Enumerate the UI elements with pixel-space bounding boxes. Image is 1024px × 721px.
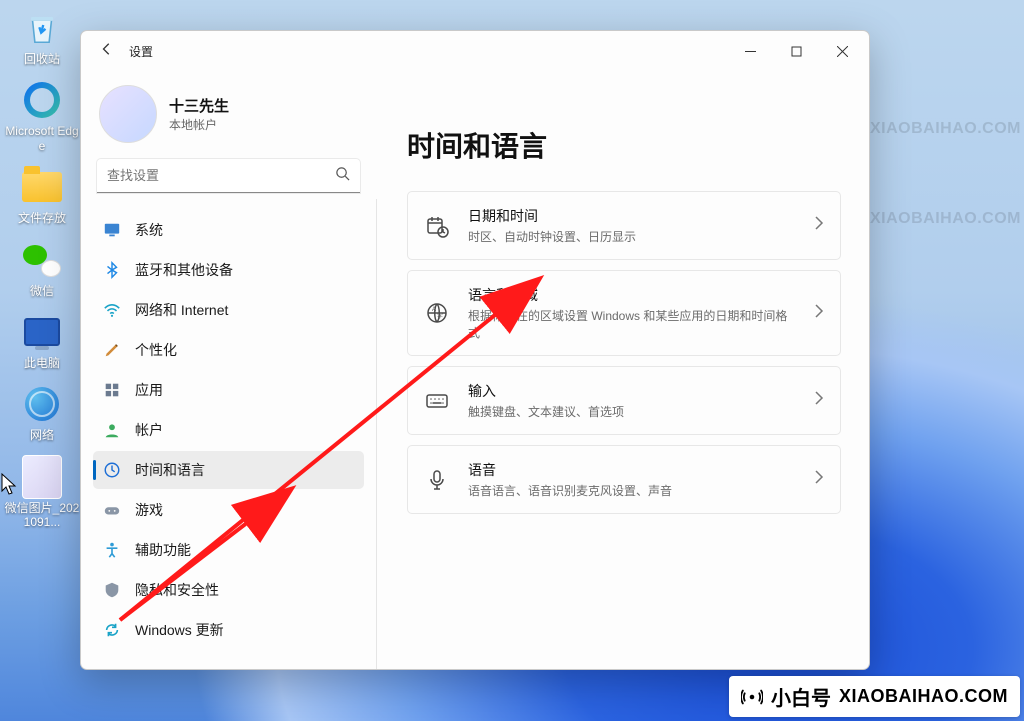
- card-subtitle: 语音语言、语音识别麦克风设置、声音: [468, 482, 796, 499]
- desktop-icon-label: 此电脑: [4, 356, 80, 370]
- desktop-icons: 回收站 Microsoft Edge 文件存放 微信 此电脑 网络 微信图片_2…: [4, 8, 84, 544]
- monitor-icon: [103, 221, 121, 239]
- nav-label: 时间和语言: [135, 460, 205, 480]
- chevron-right-icon: [814, 391, 824, 410]
- nav-label: 辅助功能: [135, 540, 191, 560]
- card-title: 输入: [468, 381, 796, 401]
- desktop-icon-wechat[interactable]: 微信: [4, 240, 80, 298]
- card-input[interactable]: 输入 触摸键盘、文本建议、首选项: [407, 366, 841, 435]
- nav-label: 系统: [135, 220, 163, 240]
- profile-account-type: 本地帐户: [169, 116, 229, 133]
- nav-label: 蓝牙和其他设备: [135, 260, 233, 280]
- paintbrush-icon: [103, 341, 121, 359]
- keyboard-icon: [424, 388, 450, 414]
- shield-icon: [103, 581, 121, 599]
- main-content: 时间和语言 日期和时间 时区、自动时钟设置、日历显示 A字 语言和区域 根据你所…: [377, 71, 869, 669]
- badge-cn: 小白号: [771, 682, 831, 711]
- minimize-button[interactable]: [727, 35, 773, 67]
- card-language-region[interactable]: A字 语言和区域 根据你所在的区域设置 Windows 和某些应用的日期和时间格…: [407, 270, 841, 356]
- nav-network[interactable]: 网络和 Internet: [93, 291, 364, 329]
- nav-accounts[interactable]: 帐户: [93, 411, 364, 449]
- nav-label: 隐私和安全性: [135, 580, 219, 600]
- nav-bluetooth[interactable]: 蓝牙和其他设备: [93, 251, 364, 289]
- wifi-icon: [103, 301, 121, 319]
- search-icon: [335, 166, 350, 186]
- desktop-icon-network[interactable]: 网络: [4, 384, 80, 442]
- chevron-right-icon: [814, 216, 824, 235]
- update-icon: [103, 621, 121, 639]
- badge-en: XIAOBAIHAO.COM: [839, 686, 1008, 707]
- folder-icon: [22, 167, 62, 207]
- card-date-time[interactable]: 日期和时间 时区、自动时钟设置、日历显示: [407, 191, 841, 260]
- nav-label: 游戏: [135, 500, 163, 520]
- nav-label: 帐户: [135, 420, 163, 440]
- desktop-icon-folder[interactable]: 文件存放: [4, 167, 80, 225]
- desktop-icon-label: Microsoft Edge: [4, 124, 80, 153]
- desktop-icon-label: 回收站: [4, 52, 80, 66]
- window-title: 设置: [129, 43, 153, 60]
- chevron-right-icon: [814, 304, 824, 323]
- page-title: 时间和语言: [407, 125, 841, 165]
- calendar-clock-icon: [424, 213, 450, 239]
- globe-language-icon: A字: [424, 300, 450, 326]
- desktop-icon-edge[interactable]: Microsoft Edge: [4, 80, 80, 153]
- card-speech[interactable]: 语音 语音语言、语音识别麦克风设置、声音: [407, 445, 841, 514]
- chevron-right-icon: [814, 470, 824, 489]
- desktop-icon-label: 微信图片_2021091...: [4, 501, 80, 530]
- card-subtitle: 触摸键盘、文本建议、首选项: [468, 403, 796, 420]
- desktop-icon-label: 网络: [4, 428, 80, 442]
- nav-label: 应用: [135, 380, 163, 400]
- apps-icon: [103, 381, 121, 399]
- xiaobaihao-badge: 小白号 XIAOBAIHAO.COM: [729, 676, 1020, 717]
- globe-icon: [22, 384, 62, 424]
- nav-gaming[interactable]: 游戏: [93, 491, 364, 529]
- card-title: 语音: [468, 460, 796, 480]
- nav-apps[interactable]: 应用: [93, 371, 364, 409]
- signal-icon: [741, 686, 763, 708]
- sidebar: 十三先生 本地帐户 系统 蓝牙和其他设备: [81, 71, 376, 669]
- nav-windows-update[interactable]: Windows 更新: [93, 611, 364, 649]
- nav-label: 网络和 Internet: [135, 300, 228, 320]
- nav-list: 系统 蓝牙和其他设备 网络和 Internet 个性化 应用: [93, 211, 364, 649]
- titlebar[interactable]: 设置: [81, 31, 869, 71]
- desktop-icon-label: 微信: [4, 284, 80, 298]
- desktop-icon-label: 文件存放: [4, 211, 80, 225]
- nav-privacy[interactable]: 隐私和安全性: [93, 571, 364, 609]
- nav-personalization[interactable]: 个性化: [93, 331, 364, 369]
- monitor-icon: [22, 312, 62, 352]
- card-title: 语言和区域: [468, 285, 796, 305]
- close-button[interactable]: [819, 35, 865, 67]
- search-input[interactable]: [97, 159, 360, 193]
- svg-text:A: A: [432, 307, 436, 313]
- clock-globe-icon: [103, 461, 121, 479]
- recycle-bin-icon: [22, 8, 62, 48]
- settings-window: 设置 十三先生 本地帐户: [80, 30, 870, 670]
- nav-system[interactable]: 系统: [93, 211, 364, 249]
- bluetooth-icon: [103, 261, 121, 279]
- maximize-button[interactable]: [773, 35, 819, 67]
- back-button[interactable]: [93, 42, 121, 61]
- accessibility-icon: [103, 541, 121, 559]
- wechat-icon: [22, 240, 62, 280]
- profile-section[interactable]: 十三先生 本地帐户: [93, 77, 364, 159]
- svg-text:字: 字: [437, 312, 443, 320]
- mouse-cursor-icon: [0, 472, 18, 496]
- nav-time-language[interactable]: 时间和语言: [93, 451, 364, 489]
- desktop-icon-recycle-bin[interactable]: 回收站: [4, 8, 80, 66]
- image-thumbnail-icon: [22, 457, 62, 497]
- nav-accessibility[interactable]: 辅助功能: [93, 531, 364, 569]
- nav-label: 个性化: [135, 340, 177, 360]
- person-icon: [103, 421, 121, 439]
- profile-name: 十三先生: [169, 95, 229, 116]
- card-subtitle: 根据你所在的区域设置 Windows 和某些应用的日期和时间格式: [468, 307, 796, 341]
- gamepad-icon: [103, 501, 121, 519]
- edge-icon: [22, 80, 62, 120]
- nav-label: Windows 更新: [135, 620, 224, 640]
- search-box[interactable]: [97, 159, 360, 193]
- avatar: [99, 85, 157, 143]
- microphone-icon: [424, 467, 450, 493]
- card-title: 日期和时间: [468, 206, 796, 226]
- desktop-icon-this-pc[interactable]: 此电脑: [4, 312, 80, 370]
- card-subtitle: 时区、自动时钟设置、日历显示: [468, 228, 796, 245]
